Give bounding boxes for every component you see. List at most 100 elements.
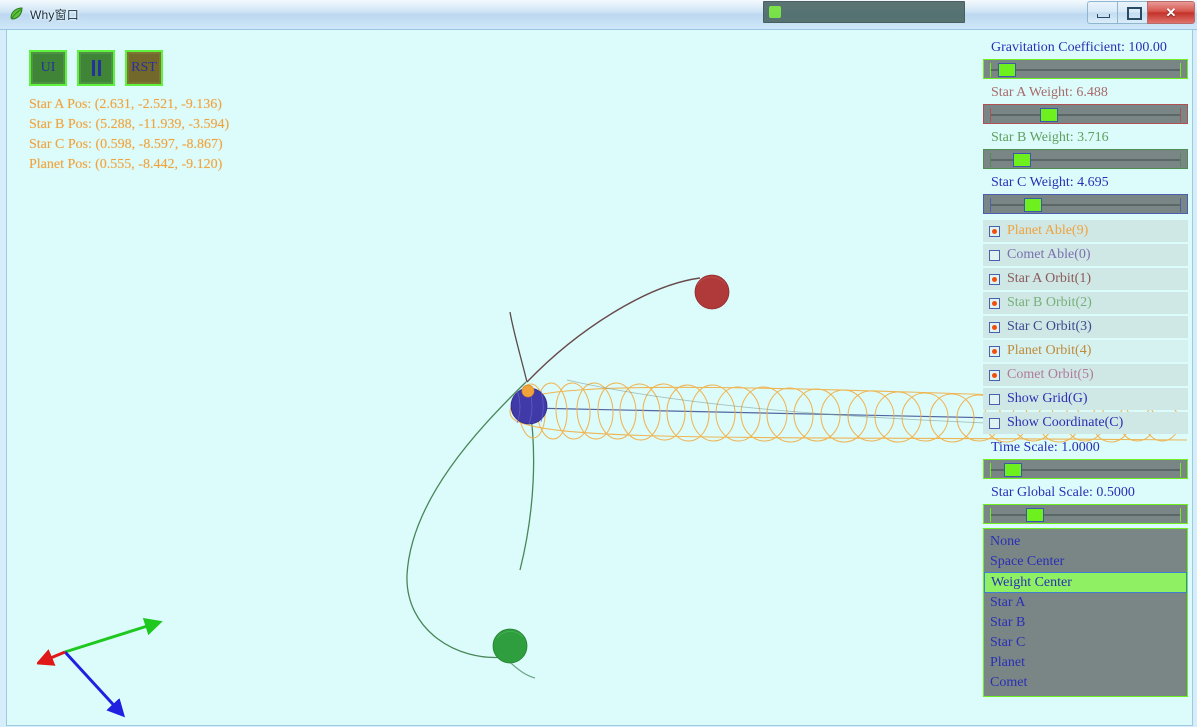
slider-tick-min [990,463,991,477]
checkbox-comet-orbit[interactable] [989,369,1000,381]
checkbox-row-show-grid[interactable]: Show Grid(G) [983,388,1188,410]
body-star-c [492,628,528,664]
leaf-icon [8,6,24,22]
slider-track [990,204,1181,206]
application-window: Why窗口 ✕ UI RST Star A Pos: (2.631, -2.52… [0,0,1197,727]
list-item-planet[interactable]: Planet [984,653,1187,673]
slider-handle[interactable] [1026,508,1044,522]
slider-handle[interactable] [1024,198,1042,212]
checkbox-star-b-orbit[interactable] [989,297,1000,309]
star-b-position: Star B Pos: (5.288, -11.939, -3.594) [29,117,230,132]
toggle-list: Planet Able(9) Comet Able(0) Star A Orbi… [983,220,1188,434]
checkbox-row-planet-orbit[interactable]: Planet Orbit(4) [983,340,1188,362]
maximize-button[interactable] [1117,1,1147,24]
window-title: Why窗口 [30,7,80,22]
slider-tick-max [1180,463,1181,477]
slider-tick-min [990,108,991,122]
star-global-scale-slider[interactable] [983,504,1188,524]
checkbox-row-comet-orbit[interactable]: Comet Orbit(5) [983,364,1188,386]
list-item-comet[interactable]: Comet [984,673,1187,693]
body-star-a [694,274,730,310]
close-button[interactable]: ✕ [1147,1,1195,24]
client-area: UI RST Star A Pos: (2.631, -2.521, -9.13… [6,30,1193,726]
checkbox-show-grid[interactable] [989,393,1000,405]
list-item-star-b[interactable]: Star B [984,613,1187,633]
time-scale-label: Time Scale: 1.0000 [991,440,1100,455]
time-scale-slider[interactable] [983,459,1188,479]
titlebar-gloss [0,0,1197,14]
star-c-weight-label: Star C Weight: 4.695 [991,175,1109,190]
checkbox-show-coordinate[interactable] [989,417,1000,429]
checkbox-label: Star A Orbit(1) [1007,271,1091,286]
planet-position: Planet Pos: (0.555, -8.442, -9.120) [29,157,223,172]
slider-track [990,514,1181,516]
maximize-icon [1127,7,1142,20]
minimize-button[interactable] [1087,1,1117,24]
slider-tick-max [1180,198,1181,212]
slider-tick-min [990,153,991,167]
checkbox-row-star-c-orbit[interactable]: Star C Orbit(3) [983,316,1188,338]
pause-icon [91,60,101,76]
slider-track [990,69,1181,71]
slider-tick-min [990,63,991,77]
simulation-toolbar: UI RST [29,50,163,86]
checkbox-label: Planet Orbit(4) [1007,343,1092,358]
pause-button[interactable] [77,50,115,86]
checkbox-label: Comet Able(0) [1007,247,1091,262]
reset-button[interactable]: RST [125,50,163,86]
ui-toggle-button[interactable]: UI [29,50,67,86]
checkbox-label: Comet Orbit(5) [1007,367,1094,382]
checkbox-planet-orbit[interactable] [989,345,1000,357]
axis-y-green [64,618,163,654]
checkbox-star-c-orbit[interactable] [989,321,1000,333]
axis-x-red [37,649,66,666]
star-a-weight-label: Star A Weight: 6.488 [991,85,1108,100]
slider-tick-max [1180,108,1181,122]
star-b-weight-slider[interactable] [983,149,1188,169]
checkbox-planet-able[interactable] [989,225,1000,237]
focus-target-list[interactable]: None Space Center Weight Center Star A S… [983,528,1188,697]
checkbox-row-comet-able[interactable]: Comet Able(0) [983,244,1188,266]
checkbox-row-star-a-orbit[interactable]: Star A Orbit(1) [983,268,1188,290]
slider-handle[interactable] [1040,108,1058,122]
list-item-weight-center[interactable]: Weight Center [984,572,1187,593]
window-titlebar[interactable]: Why窗口 ✕ [0,0,1197,30]
control-panel: Gravitation Coefficient: 100.00 Star A W… [983,38,1188,697]
ui-button-label: UI [40,60,56,75]
star-b-weight-label: Star B Weight: 3.716 [991,130,1109,145]
checkbox-row-show-coordinate[interactable]: Show Coordinate(C) [983,412,1188,434]
slider-track [990,114,1181,116]
slider-tick-max [1180,153,1181,167]
checkbox-comet-able[interactable] [989,249,1000,261]
slider-handle[interactable] [1004,463,1022,477]
minimize-icon [1097,14,1110,18]
gravitation-coefficient-slider[interactable] [983,59,1188,79]
slider-handle[interactable] [1013,153,1031,167]
position-readout: Star A Pos: (2.631, -2.521, -9.136) Star… [29,95,229,175]
overlay-status-bar [763,1,965,23]
slider-tick-min [990,198,991,212]
checkbox-row-star-b-orbit[interactable]: Star B Orbit(2) [983,292,1188,314]
checkbox-row-planet-able[interactable]: Planet Able(9) [983,220,1188,242]
star-c-position: Star C Pos: (0.598, -8.597, -8.867) [29,137,223,152]
list-item-star-c[interactable]: Star C [984,633,1187,653]
star-a-weight-slider[interactable] [983,104,1188,124]
checkbox-star-a-orbit[interactable] [989,273,1000,285]
checkbox-label: Star C Orbit(3) [1007,319,1092,334]
reset-button-label: RST [131,60,157,75]
checkbox-label: Show Coordinate(C) [1007,415,1124,430]
titlebar-left-group: Why窗口 [8,4,79,24]
body-planet [521,384,535,398]
list-item-star-a[interactable]: Star A [984,593,1187,613]
list-item-none[interactable]: None [984,532,1187,552]
axis-gizmo-icon [37,618,163,718]
star-c-weight-slider[interactable] [983,194,1188,214]
window-controls: ✕ [1087,1,1195,24]
star-global-scale-label: Star Global Scale: 0.5000 [991,485,1135,500]
slider-tick-max [1180,508,1181,522]
axis-z-blue [63,650,126,718]
slider-handle[interactable] [998,63,1016,77]
close-icon: ✕ [1165,5,1177,20]
checkbox-label: Planet Able(9) [1007,223,1089,238]
list-item-space-center[interactable]: Space Center [984,552,1187,572]
